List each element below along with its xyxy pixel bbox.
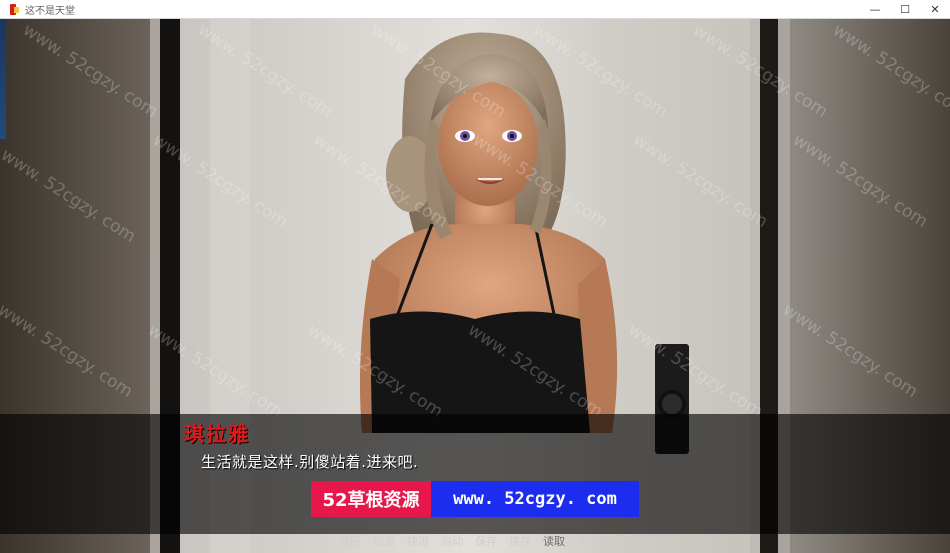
site-banner: 52草根资源 www. 52cgzy. com [311,481,639,517]
speaker-name: 琪拉雅 [184,422,250,446]
window-controls: — ☐ ✕ [860,0,950,18]
maximize-button[interactable]: ☐ [890,0,920,18]
dialog-text: 生活就是这样.别傻站着.进来吧. [201,453,419,471]
window-title: 这不是天堂 [25,5,75,17]
quick-menu: 返回 记录 快进 自动 保存 快存 读取 菜单 [333,534,605,550]
desktop-edge [0,19,6,139]
quick-menu-quick-save[interactable]: 快存 [503,534,537,550]
quick-menu-auto[interactable]: 自动 [435,534,469,550]
app-icon [10,3,19,15]
quick-menu-menu[interactable]: 菜单 [571,534,605,550]
quick-menu-back[interactable]: 返回 [333,534,367,550]
title-bar[interactable]: 这不是天堂 — ☐ ✕ [0,0,950,19]
quick-menu-history[interactable]: 记录 [367,534,401,550]
game-window: 这不是天堂 — ☐ ✕ www. 52cgzy. com www. 52cgzy… [0,0,950,553]
minimize-button[interactable]: — [860,0,890,18]
quick-menu-save[interactable]: 保存 [469,534,503,550]
close-button[interactable]: ✕ [920,0,950,18]
quick-menu-skip[interactable]: 快进 [401,534,435,550]
site-url: www. 52cgzy. com [431,481,639,517]
site-name: 52草根资源 [311,481,431,517]
quick-menu-load[interactable]: 读取 [537,534,571,550]
